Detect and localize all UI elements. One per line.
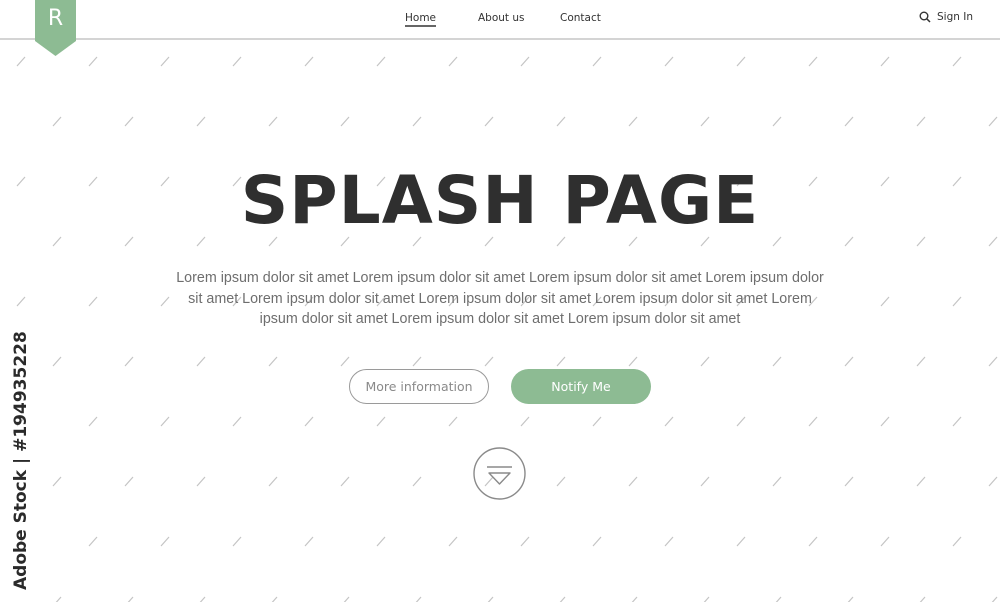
sign-in-link[interactable]: Sign In <box>919 11 973 23</box>
more-information-button[interactable]: More information <box>349 369 489 404</box>
nav-about-us[interactable]: About us <box>478 12 525 24</box>
logo-letter: R <box>47 6 64 31</box>
sign-in-label[interactable]: Sign In <box>937 11 973 23</box>
scroll-down-icon[interactable] <box>473 447 526 500</box>
page-title: SPLASH PAGE <box>240 162 760 239</box>
top-nav-bar: Home About us Contact Sign In <box>0 0 1000 40</box>
notify-me-button[interactable]: Notify Me <box>511 369 651 404</box>
nav-contact[interactable]: Contact <box>560 12 601 24</box>
logo[interactable]: R <box>35 0 76 56</box>
hero-description: Lorem ipsum dolor sit amet Lorem ipsum d… <box>176 270 824 327</box>
main-nav: Home About us Contact <box>0 12 1000 32</box>
search-icon[interactable] <box>919 11 931 23</box>
nav-home[interactable]: Home <box>405 12 437 27</box>
stock-watermark-label: Adobe Stock | #194935228 <box>11 331 31 590</box>
